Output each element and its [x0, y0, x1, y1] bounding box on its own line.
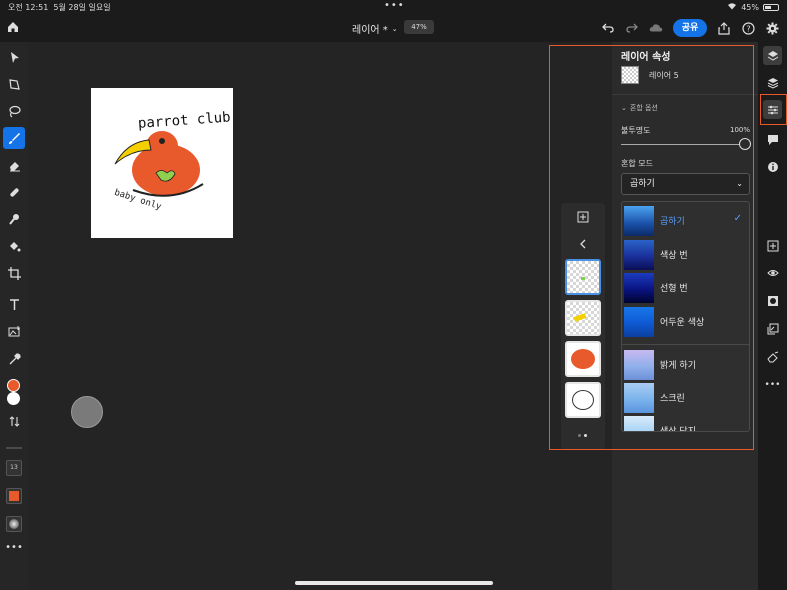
panel-divider [612, 94, 758, 95]
gear-icon[interactable] [765, 21, 779, 35]
undo-icon[interactable] [601, 21, 615, 35]
add-layer-icon[interactable] [575, 209, 591, 225]
multitasking-dots[interactable]: ••• [384, 0, 405, 11]
clone-stamp-tool-icon[interactable] [3, 208, 25, 230]
panel-title: 레이어 속성 [621, 52, 671, 63]
brush-softness-preview[interactable] [6, 516, 22, 532]
layers-panel-icon[interactable] [763, 46, 782, 65]
layer-thumbnail[interactable] [565, 300, 601, 336]
more-options-icon[interactable]: ••• [763, 375, 782, 394]
layer-thumbnail[interactable] [565, 341, 601, 377]
lasso-tool-icon[interactable] [3, 100, 25, 122]
blend-options-header[interactable]: ⌄ 혼합 옵션 [621, 103, 658, 113]
top-actions: 공유 ? [601, 19, 779, 37]
opacity-label: 불투명도 [621, 126, 651, 135]
blend-mode-option[interactable]: 스크린 [622, 381, 749, 414]
home-indicator[interactable] [295, 581, 493, 585]
opacity-value: 100% [729, 126, 750, 134]
blend-preview-thumbnail [624, 239, 654, 270]
parrot-club-artwork: parrot club baby only [113, 109, 231, 212]
eyedropper-tool-icon[interactable] [3, 348, 25, 370]
blend-preview-thumbnail [624, 205, 654, 236]
checkmark-icon: ✓ [733, 213, 742, 224]
opacity-slider-handle[interactable] [739, 138, 751, 150]
blend-mode-dropdown: 곱하기 ✓ 색상 번 선형 번 어두운 색상 밝게 하기 스크린 색상 닷지 [621, 201, 750, 432]
brush-size-indicator[interactable]: 13 [6, 460, 22, 476]
comment-icon[interactable] [763, 130, 782, 149]
status-bar: 오전 12:51 5월 28일 일요일 ••• 45% [0, 0, 787, 14]
chevron-left-icon[interactable] [575, 236, 591, 252]
toolbar-divider [6, 447, 22, 449]
current-layer-thumbnail [621, 66, 639, 84]
layers-thumbnail-strip [561, 203, 605, 450]
help-icon[interactable]: ? [741, 21, 755, 35]
share-button[interactable]: 공유 [673, 19, 707, 37]
more-tools-icon[interactable]: ••• [3, 536, 25, 558]
blend-preview-thumbnail [624, 382, 654, 413]
app-top-bar: 레이어 * ⌄ 47% 공유 ? [0, 14, 787, 42]
eraser-tool-icon[interactable] [3, 154, 25, 176]
brush-color-preview[interactable] [6, 488, 22, 504]
blend-mode-label: 혼합 모드 [621, 159, 653, 168]
layer-thumbnail[interactable] [565, 382, 601, 418]
status-time: 오전 12:51 5월 28일 일요일 [8, 3, 111, 12]
export-icon[interactable] [717, 21, 731, 35]
blend-mode-select[interactable]: 곱하기 ⌄ [621, 173, 750, 195]
transform-tool-icon[interactable] [3, 73, 25, 95]
eye-visibility-icon[interactable] [763, 263, 782, 282]
select-tool-icon[interactable] [3, 46, 25, 68]
dropdown-divider [622, 344, 749, 345]
blend-mode-option[interactable]: 색상 번 [622, 238, 749, 271]
chevron-down-icon: ⌄ [736, 179, 743, 188]
redo-icon[interactable] [625, 21, 639, 35]
background-color-swatch[interactable] [7, 392, 20, 405]
blend-mode-option[interactable]: 색상 닷지 [622, 414, 749, 431]
blend-mode-option[interactable]: 어두운 색상 [622, 305, 749, 338]
artwork-title: parrot club [137, 109, 231, 131]
blend-preview-thumbnail [624, 415, 654, 431]
wifi-icon [727, 2, 737, 12]
status-right: 45% [727, 2, 779, 12]
type-tool-icon[interactable] [3, 293, 25, 315]
layer-mask-icon[interactable] [763, 291, 782, 310]
clipping-mask-icon[interactable] [763, 319, 782, 338]
chevron-down-icon: ⌄ [621, 104, 627, 112]
blend-mode-option[interactable]: 선형 번 [622, 271, 749, 304]
layer-stack-icon[interactable] [763, 73, 782, 92]
battery-icon [763, 3, 779, 11]
add-layer-icon[interactable] [763, 236, 782, 255]
swap-colors-icon[interactable] [3, 410, 25, 432]
zoom-level[interactable]: 47% [404, 20, 434, 34]
layer-thumbnail[interactable] [565, 259, 601, 295]
home-icon[interactable] [6, 19, 22, 35]
eraser-layer-icon[interactable] [763, 347, 782, 366]
battery-percent: 45% [741, 2, 759, 12]
blend-mode-option[interactable]: 밝게 하기 [622, 348, 749, 381]
left-toolbar: 13 ••• [0, 42, 28, 590]
strip-pager [578, 434, 587, 437]
paint-bucket-tool-icon[interactable] [3, 235, 25, 257]
blend-mode-option[interactable]: 곱하기 ✓ [622, 204, 749, 237]
blend-preview-thumbnail [624, 306, 654, 337]
opacity-slider-track[interactable] [621, 144, 745, 145]
info-icon[interactable] [763, 157, 782, 176]
healing-tool-icon[interactable] [3, 181, 25, 203]
place-image-tool-icon[interactable] [3, 320, 25, 342]
blend-preview-thumbnail [624, 272, 654, 303]
foreground-color-swatch[interactable] [7, 379, 20, 392]
adjust-sliders-icon[interactable] [763, 100, 782, 119]
blend-preview-thumbnail [624, 349, 654, 380]
current-layer-name[interactable]: 레이어 5 [649, 70, 679, 81]
touch-shortcut-button[interactable] [71, 396, 103, 428]
chevron-down-icon: ⌄ [391, 24, 398, 33]
svg-text:?: ? [746, 24, 750, 33]
artboard-image[interactable]: parrot club baby only [91, 88, 233, 238]
right-panel-rail: ••• [758, 42, 787, 590]
brush-tool-icon[interactable] [3, 127, 25, 149]
document-title[interactable]: 레이어 * ⌄ [352, 21, 398, 37]
cloud-icon[interactable] [649, 21, 663, 35]
crop-tool-icon[interactable] [3, 262, 25, 284]
